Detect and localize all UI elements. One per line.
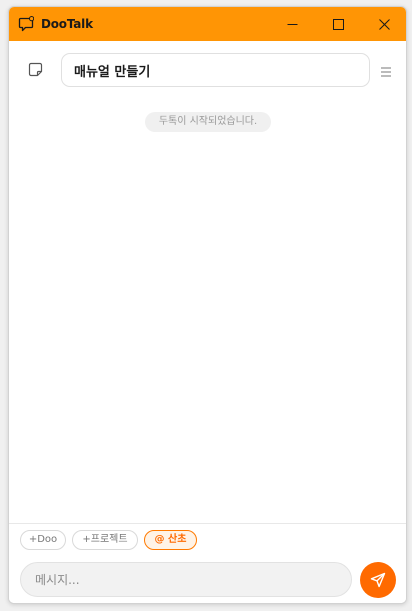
maximize-icon xyxy=(332,18,344,30)
close-button[interactable] xyxy=(361,7,406,41)
conversation-title-input[interactable] xyxy=(61,53,370,87)
app-title: DooTalk xyxy=(41,17,93,31)
close-icon xyxy=(378,18,390,30)
send-icon xyxy=(370,572,386,588)
sticky-note-icon xyxy=(28,62,43,77)
minimize-icon xyxy=(287,23,297,25)
minimize-button[interactable] xyxy=(269,7,315,41)
system-message: 두톡이 시작되었습니다. xyxy=(145,112,271,132)
mention-chip[interactable]: @ 산초 xyxy=(144,530,197,550)
dootalk-window: DooTalk 매뉴얼 만들기 두톡이 시작되었습니다. +Doo +프로젝트 … xyxy=(8,6,407,604)
chat-bubble-icon xyxy=(18,16,34,32)
composer-footer: +Doo +프로젝트 @ 산초 xyxy=(9,523,406,603)
add-project-chip[interactable]: +프로젝트 xyxy=(72,530,138,550)
maximize-button[interactable] xyxy=(315,7,361,41)
send-button[interactable] xyxy=(360,562,396,598)
message-input[interactable] xyxy=(20,562,352,597)
title-bar[interactable]: DooTalk xyxy=(9,7,406,41)
add-doo-chip[interactable]: +Doo xyxy=(20,530,66,550)
hamburger-menu-icon[interactable] xyxy=(379,65,393,79)
chat-message-area[interactable]: 두톡이 시작되었습니다. xyxy=(9,103,406,523)
note-button[interactable] xyxy=(25,59,47,81)
conversation-header xyxy=(9,41,406,103)
